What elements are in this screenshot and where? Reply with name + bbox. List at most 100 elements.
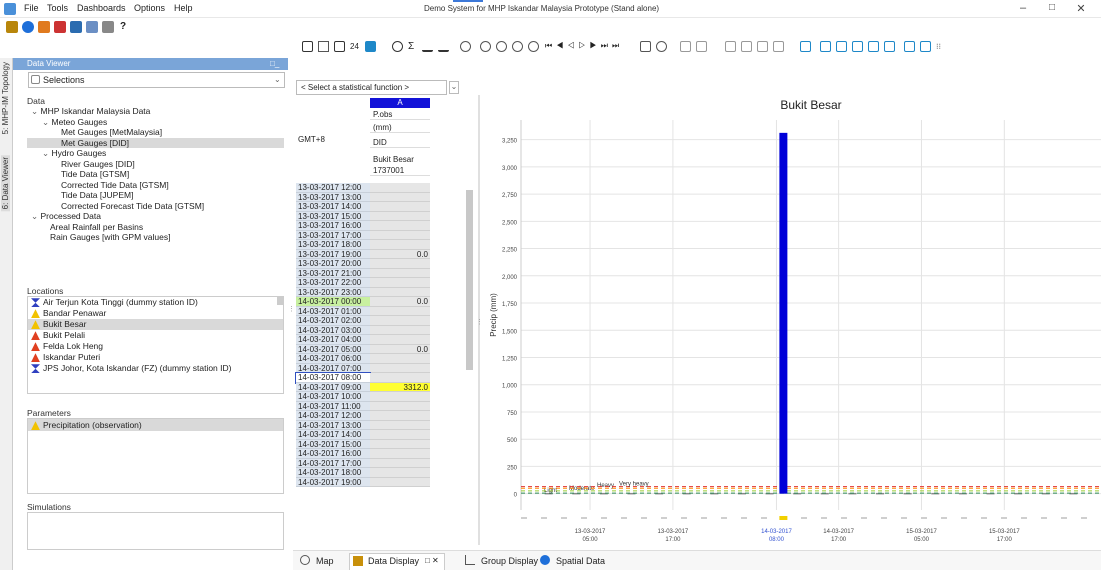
tree-item[interactable]: Areal Rainfall per Basins [27,222,284,233]
location-item[interactable]: Felda Lok Heng [28,341,283,352]
row-value[interactable] [370,411,430,421]
table-row[interactable]: 14-03-2017 04:00 [296,335,430,345]
row-value[interactable] [370,363,430,373]
row-value[interactable] [370,401,430,411]
location-item[interactable]: Bukit Pelali [28,330,283,341]
table-row[interactable]: 13-03-2017 12:00 [296,183,430,193]
sum-icon[interactable]: Σ [408,41,414,52]
more-icon[interactable]: ⁝⁝ [936,42,941,51]
zoom-in-icon[interactable] [460,41,471,52]
tree-item[interactable]: Tide Data [GTSM] [27,169,284,180]
table-row[interactable]: 13-03-2017 17:00 [296,230,430,240]
minimize-icon[interactable]: – [1016,2,1030,14]
row-value[interactable] [370,183,430,193]
zoom-previous-icon[interactable] [512,41,523,52]
table-row[interactable]: 14-03-2017 05:00 0.0 [296,344,430,354]
row-value[interactable] [370,316,430,326]
row-value[interactable] [370,240,430,250]
row-value[interactable] [370,259,430,269]
tree-item[interactable]: Corrected Tide Data [GTSM] [27,180,284,191]
tree-item[interactable]: Met Gauges [DID] [27,137,284,148]
navigation-icon[interactable]: ⏮◀◁▷▶⏭⏭ [545,41,623,51]
save-icon[interactable] [757,41,768,52]
table-row[interactable]: 14-03-2017 07:00 [296,363,430,373]
log-icon[interactable] [102,21,114,33]
tab-spatial-data[interactable]: Spatial Data [556,556,605,566]
tab-mhp-im-topology[interactable]: 5: MHP-IM Topology [1,60,10,137]
document-icon[interactable] [640,41,651,52]
tab-data-viewer[interactable]: 6: Data Viewer [1,155,10,212]
paste-icon[interactable] [696,41,707,52]
tree-item[interactable]: Met Gauges [MetMalaysia] [27,127,284,138]
tree-item[interactable]: River Gauges [DID] [27,159,284,170]
table-row[interactable]: 13-03-2017 15:00 [296,211,430,221]
undo-icon[interactable] [741,41,752,52]
row-value[interactable] [370,449,430,459]
row-value[interactable] [370,192,430,202]
location-item[interactable]: Iskandar Puteri [28,352,283,363]
favourite-icon[interactable] [318,41,329,52]
row-value[interactable] [370,477,430,487]
splitter-grip-icon[interactable]: ⋮ [476,318,483,326]
table-row[interactable]: 14-03-2017 11:00 [296,401,430,411]
zoom-out-icon[interactable] [480,41,491,52]
hours-24-icon[interactable]: 24 [350,42,359,51]
table-row[interactable]: 13-03-2017 18:00 [296,240,430,250]
row-value[interactable] [370,278,430,288]
tree-item[interactable]: ⌄ Processed Data [27,211,284,222]
help-icon[interactable]: ? [120,21,126,32]
menu-help[interactable]: Help [174,3,193,13]
row-value[interactable] [370,325,430,335]
table-row[interactable]: 14-03-2017 17:00 [296,458,430,468]
table-row[interactable]: 13-03-2017 19:00 0.0 [296,249,430,259]
edit-icon[interactable] [725,41,736,52]
table-row[interactable]: 14-03-2017 00:00 0.0 [296,297,430,307]
table-row[interactable]: 14-03-2017 12:00 [296,411,430,421]
row-value[interactable] [370,268,430,278]
table-row[interactable]: 13-03-2017 16:00 [296,221,430,231]
tab-close-icon[interactable]: □ ✕ [425,556,439,565]
globe-icon[interactable] [22,21,34,33]
table-scrollbar[interactable] [466,190,473,370]
location-item[interactable]: Bandar Penawar [28,308,283,319]
table-row[interactable]: 14-03-2017 03:00 [296,325,430,335]
location-item[interactable]: JPS Johor, Kota Iskandar (FZ) (dummy sta… [28,363,283,374]
menu-tools[interactable]: Tools [47,3,68,13]
table-row[interactable]: 14-03-2017 15:00 [296,439,430,449]
layers-icon[interactable] [868,41,879,52]
location-item[interactable]: Bukit Besar [28,319,283,330]
table-row[interactable]: 14-03-2017 06:00 [296,354,430,364]
row-value[interactable] [370,230,430,240]
zoom-extent-icon[interactable] [496,41,507,52]
threshold-icon[interactable] [800,41,811,52]
compare-icon[interactable] [920,41,931,52]
statistical-function-select[interactable]: < Select a statistical function > [296,80,447,95]
row-value[interactable]: 0.0 [370,297,430,307]
locations-scrollbar[interactable] [277,297,283,305]
table-row[interactable]: 14-03-2017 10:00 [296,392,430,402]
row-value[interactable] [370,211,430,221]
tree-item[interactable]: ⌄ Meteo Gauges [27,117,284,128]
tab-data-display[interactable]: Data Display [368,556,419,566]
layout-icon[interactable] [302,41,313,52]
pencil-icon[interactable] [773,41,784,52]
table-row[interactable]: 14-03-2017 09:00 3312.0 [296,382,430,392]
location-item[interactable]: Air Terjun Kota Tinggi (dummy station ID… [28,297,283,308]
table-row[interactable]: 14-03-2017 19:00 [296,477,430,487]
row-value[interactable] [370,430,430,440]
row-value[interactable] [370,202,430,212]
export-icon[interactable] [852,41,863,52]
tree-item[interactable]: Corrected Forecast Tide Data [GTSM] [27,201,284,212]
camera-icon[interactable] [6,21,18,33]
row-value[interactable] [370,458,430,468]
menu-dashboards[interactable]: Dashboards [77,3,126,13]
column-header-a[interactable]: A [370,98,430,108]
tab-map[interactable]: Map [316,556,334,566]
table-row[interactable]: 14-03-2017 14:00 [296,430,430,440]
tree-item[interactable]: Tide Data [JUPEM] [27,190,284,201]
copy-icon[interactable] [680,41,691,52]
table-row[interactable]: 13-03-2017 21:00 [296,268,430,278]
report-icon[interactable] [86,21,98,33]
row-value[interactable] [370,221,430,231]
graph-icon[interactable] [836,41,847,52]
